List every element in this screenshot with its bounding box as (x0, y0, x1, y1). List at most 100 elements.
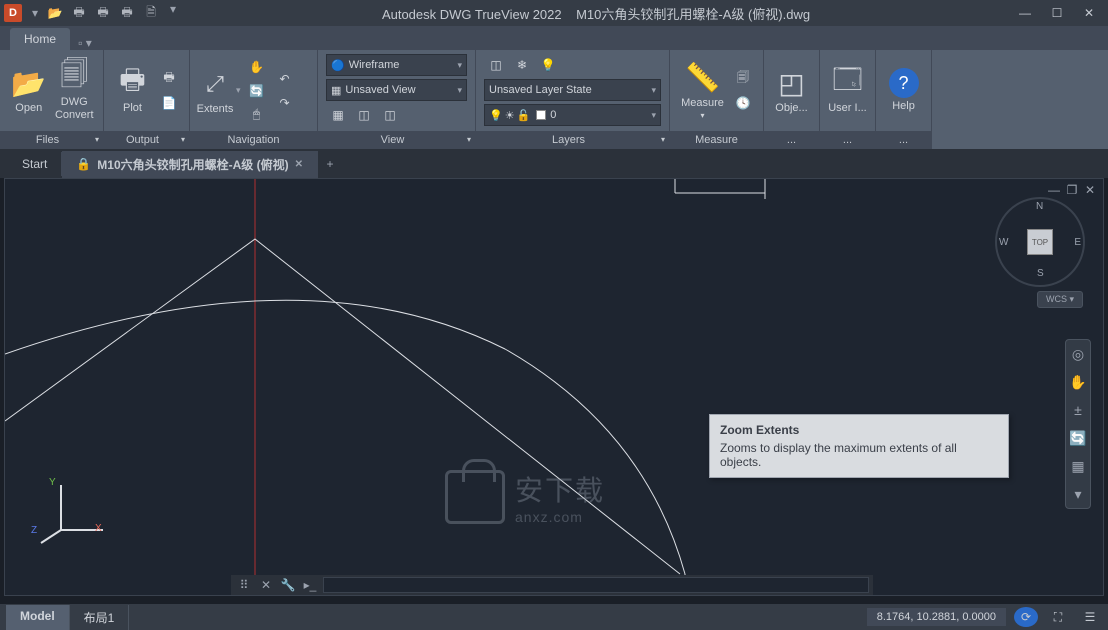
nav-showmotion-icon[interactable]: ▦ (1068, 456, 1088, 476)
panel-label-help[interactable]: ... (876, 131, 931, 149)
named-view-combo[interactable]: ▦Unsaved View▾ (326, 79, 467, 101)
tooltip-body: Zooms to display the maximum extents of … (720, 441, 998, 469)
cmd-prompt-icon[interactable]: ▸_ (301, 576, 319, 594)
viewcube[interactable]: N S E W TOP (995, 197, 1085, 287)
tab-home[interactable]: Home (10, 28, 70, 50)
panel-user: 🗔User I... ... (820, 50, 876, 149)
nav-pan-icon[interactable]: ✋ (1068, 372, 1088, 392)
viewcube-top[interactable]: TOP (1027, 229, 1053, 255)
zoom-extents-button[interactable]: ⤢ Extents (198, 56, 232, 126)
add-tab-button[interactable]: + (318, 157, 342, 171)
cmd-config-icon[interactable]: 🔧 (279, 576, 297, 594)
app-icon[interactable]: D (4, 4, 22, 22)
cmd-grip-icon[interactable]: ⠿ (235, 576, 253, 594)
title-text: Autodesk DWG TrueView 2022 M10六角头铰制孔用螺栓-… (182, 4, 1010, 23)
viewcube-south[interactable]: S (1037, 268, 1044, 279)
command-line: ⠿ ✕ 🔧 ▸_ (231, 575, 873, 595)
close-button[interactable]: ✕ (1074, 3, 1104, 23)
ribbon: 📂 Open 🗐 DWG Convert Files▾ 🖶 Plot 🖶 📄 O… (0, 50, 1108, 150)
status-customize-icon[interactable]: ☰ (1078, 607, 1102, 627)
layout-model[interactable]: Model (6, 605, 70, 630)
visual-style-combo[interactable]: 🔵Wireframe▾ (326, 54, 467, 76)
panel-navigation: ⤢ Extents ▾ ✋ 🔄 🖱 ↶ ↷ Navigation (190, 50, 318, 149)
nav-orbit-icon[interactable]: 🔄 (1068, 428, 1088, 448)
panel-label-user[interactable]: ... (820, 131, 875, 149)
nav-expand-icon[interactable]: ▾ (1068, 484, 1088, 504)
drawing-canvas (5, 179, 1103, 595)
pan-icon[interactable]: ✋ (245, 56, 269, 78)
measure-button[interactable]: 📏 Measure ▾ (678, 56, 727, 126)
cmd-close-icon[interactable]: ✕ (257, 576, 275, 594)
layer-on-icon[interactable]: 💡 (536, 54, 560, 76)
view-cube-icon[interactable]: ◫ (352, 104, 376, 126)
print-icon[interactable]: 🖶 (68, 2, 90, 24)
layer-props-icon[interactable]: ◫ (484, 54, 508, 76)
dwg-convert-button[interactable]: 🗐 DWG Convert (54, 56, 96, 126)
panel-label-output[interactable]: Output▾ (104, 131, 189, 149)
window-controls: — ☐ ✕ (1010, 3, 1104, 23)
extents-dropdown[interactable]: ▾ (236, 85, 241, 96)
dwg-icon[interactable]: 🗎 (140, 2, 162, 24)
panel-label-object[interactable]: ... (764, 131, 819, 149)
panel-help: ?Help ... (876, 50, 932, 149)
viewcube-west[interactable]: W (999, 237, 1008, 248)
app-name: Autodesk DWG TrueView 2022 (382, 7, 562, 22)
viewport[interactable]: — ❐ ✕ 安下载 anxz.com N S E W TOP WCS ▾ ◎ ✋… (4, 178, 1104, 596)
layer-state-combo[interactable]: Unsaved Layer State▾ (484, 79, 661, 101)
viewcube-north[interactable]: N (1036, 201, 1043, 212)
page-setup-button[interactable]: 📄 (157, 92, 181, 114)
help-icon: ? (889, 68, 919, 98)
steering-wheel-icon[interactable]: ◎ (1068, 344, 1088, 364)
coordinates: 8.1764, 10.2881, 0.0000 (867, 608, 1006, 626)
panel-layers: ◫ ❄ 💡 Unsaved Layer State▾ 💡☀🔓 0▾ Layers… (476, 50, 670, 149)
view-join-icon[interactable]: ◫ (378, 104, 402, 126)
layout-1[interactable]: 布局1 (70, 605, 130, 630)
panel-label-files[interactable]: Files▾ (0, 131, 103, 149)
doc-tab-start[interactable]: Start (8, 152, 62, 176)
panel-files: 📂 Open 🗐 DWG Convert Files▾ (0, 50, 104, 149)
panel-label-navigation[interactable]: Navigation (190, 131, 317, 149)
qat-dropdown[interactable]: ▾ (164, 2, 182, 24)
measure-copy-icon[interactable]: 🗐 (731, 68, 755, 90)
layer-freeze-icon[interactable]: ❄ (510, 54, 534, 76)
open-icon[interactable]: 📂 (44, 2, 66, 24)
watermark: 安下载 anxz.com (445, 469, 605, 525)
panel-label-measure[interactable]: Measure (670, 131, 763, 149)
help-button[interactable]: ?Help (884, 56, 923, 126)
wcs-dropdown[interactable]: WCS ▾ (1037, 291, 1083, 308)
panel-label-layers[interactable]: Layers▾ (476, 131, 669, 149)
plot-preview-button[interactable]: 🖶 (157, 68, 181, 90)
view-config-icon[interactable]: ▦ (326, 104, 350, 126)
doc-tab-active[interactable]: 🔒 M10六角头铰制孔用螺栓-A级 (俯视) ✕ (62, 151, 318, 178)
object-snap-button[interactable]: ◰Obje... (772, 56, 811, 126)
measure-clock-icon[interactable]: 🕓 (731, 92, 755, 114)
panel-output: 🖶 Plot 🖶 📄 Output▾ (104, 50, 190, 149)
tab-expand[interactable]: ▫ ▾ (70, 36, 100, 50)
maximize-button[interactable]: ☐ (1042, 3, 1072, 23)
panel-measure: 📏 Measure ▾ 🗐 🕓 Measure (670, 50, 764, 149)
nav-zoom-icon[interactable]: ± (1068, 400, 1088, 420)
user-interface-button[interactable]: 🗔User I... (828, 56, 867, 126)
lock-icon: 🔒 (76, 157, 91, 171)
quick-access-toolbar: 📂 🖶 🖶 🖶 🗎 ▾ (44, 2, 182, 24)
plot-preview-icon[interactable]: 🖶 (92, 2, 114, 24)
plot-button[interactable]: 🖶 Plot (112, 56, 153, 126)
layer-combo[interactable]: 💡☀🔓 0▾ (484, 104, 661, 126)
open-button[interactable]: 📂 Open (8, 56, 50, 126)
app-menu-arrow[interactable]: ▾ (26, 6, 44, 20)
print2-icon[interactable]: 🖶 (116, 2, 138, 24)
command-input[interactable] (323, 577, 869, 593)
forward-icon[interactable]: ↷ (273, 92, 297, 114)
panel-view: 🔵Wireframe▾ ▦Unsaved View▾ ▦ ◫ ◫ View▾ (318, 50, 476, 149)
ruler-icon: 📏 (685, 61, 720, 95)
mouse-icon[interactable]: 🖱 (245, 104, 269, 126)
back-icon[interactable]: ↶ (273, 68, 297, 90)
viewcube-east[interactable]: E (1074, 237, 1081, 248)
minimize-button[interactable]: — (1010, 3, 1040, 23)
document-tabs: Start 🔒 M10六角头铰制孔用螺栓-A级 (俯视) ✕ + (0, 150, 1108, 178)
close-tab-icon[interactable]: ✕ (295, 159, 303, 170)
status-refresh-icon[interactable]: ⟳ (1014, 607, 1038, 627)
panel-label-view[interactable]: View▾ (318, 131, 475, 149)
orbit-icon[interactable]: 🔄 (245, 80, 269, 102)
status-scale-icon[interactable]: ⛶ (1046, 607, 1070, 627)
